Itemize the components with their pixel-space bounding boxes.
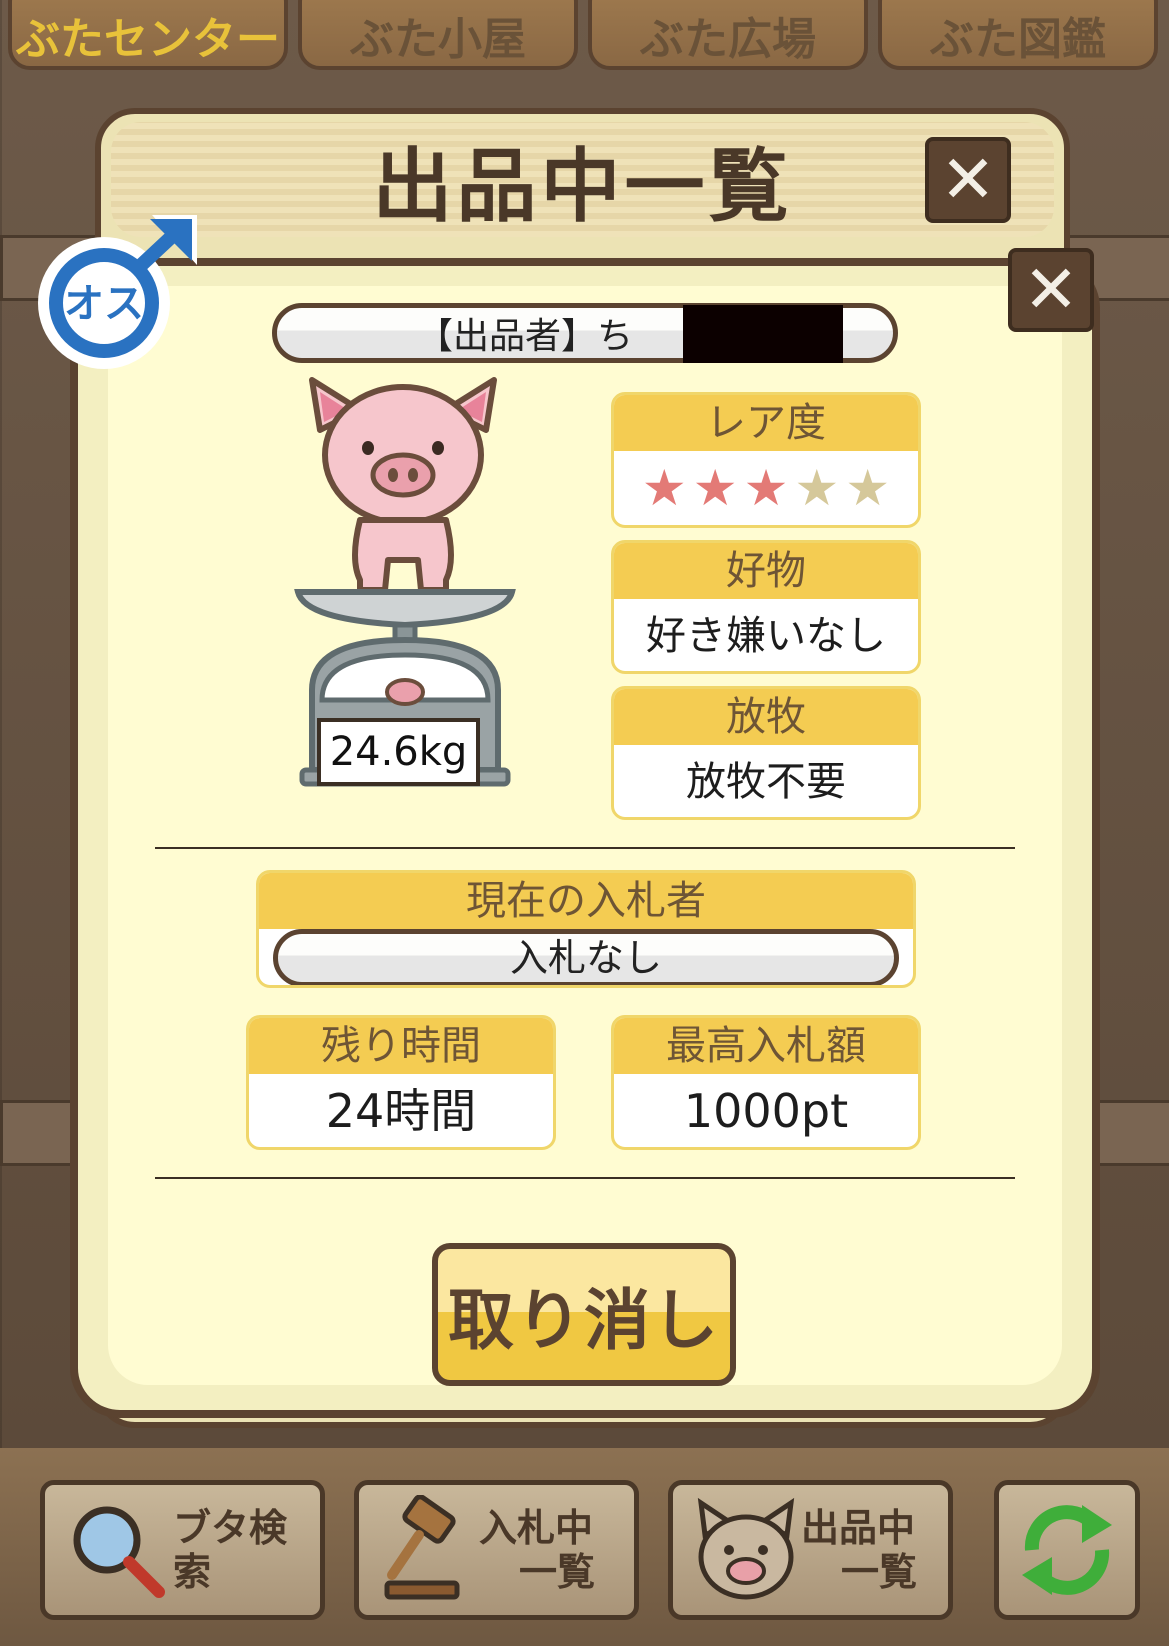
- favorite-food-box: 好物 好き嫌いなし: [611, 540, 921, 674]
- time-left-value: 24時間: [325, 1084, 477, 1138]
- gender-label: オス: [64, 281, 144, 327]
- pig-search-button[interactable]: ブタ検索: [40, 1480, 325, 1620]
- panel-close-button[interactable]: ✕: [925, 137, 1011, 223]
- bidding-list-line1: 入札中: [479, 1506, 594, 1550]
- refresh-icon: [1022, 1505, 1112, 1595]
- cancel-listing-label: 取り消し: [448, 1281, 720, 1359]
- pig-face-icon: [697, 1497, 795, 1600]
- bidding-list-line2: 一覧: [519, 1550, 596, 1594]
- favorite-food-label: 好物: [614, 543, 918, 599]
- tab-buta-zukan[interactable]: ぶた図鑑: [878, 0, 1158, 70]
- cancel-listing-button[interactable]: 取り消し: [432, 1243, 736, 1386]
- highest-bid-value: 1000pt: [683, 1084, 849, 1138]
- star-filled-icon: ★: [692, 459, 738, 517]
- current-bidder-value: 入札なし: [273, 929, 899, 985]
- bidding-list-label: 入札中 一覧: [479, 1506, 595, 1594]
- male-gender-icon: オス: [38, 215, 197, 369]
- weight-display: 24.6kg: [317, 718, 480, 786]
- grazing-value: 放牧不要: [686, 759, 846, 805]
- rarity-label: レア度: [614, 395, 918, 451]
- tab-buta-center[interactable]: ぶたセンター: [8, 0, 288, 70]
- divider: [155, 1177, 1015, 1179]
- divider: [155, 847, 1015, 849]
- grazing-box: 放牧 放牧不要: [611, 686, 921, 820]
- rarity-box: レア度 ★ ★ ★ ★ ★: [611, 392, 921, 528]
- tab-buta-hiroba[interactable]: ぶた広場: [588, 0, 868, 70]
- bidding-list-button[interactable]: 入札中 一覧: [354, 1480, 639, 1620]
- listing-list-line1: 出品中: [801, 1506, 916, 1550]
- magnifier-icon: [73, 1506, 165, 1598]
- rarity-stars: ★ ★ ★ ★ ★: [614, 451, 918, 525]
- listing-list-label: 出品中 一覧: [801, 1506, 917, 1594]
- time-left-box: 残り時間 24時間: [246, 1015, 556, 1150]
- pig-search-label: ブタ検索: [173, 1506, 288, 1594]
- redaction-bar: [683, 305, 843, 363]
- gavel-icon: [384, 1495, 460, 1600]
- tab-buta-koya[interactable]: ぶた小屋: [298, 0, 578, 70]
- listing-list-button[interactable]: 出品中 一覧: [668, 1480, 953, 1620]
- time-left-label: 残り時間: [249, 1018, 553, 1074]
- panel-header: 出品中一覧: [111, 122, 1054, 237]
- highest-bid-label: 最高入札額: [614, 1018, 918, 1074]
- seller-label: 【出品者】ち: [417, 316, 634, 357]
- refresh-button[interactable]: [994, 1480, 1140, 1620]
- close-icon: ✕: [1023, 251, 1079, 328]
- star-empty-icon: ★: [845, 459, 891, 517]
- current-bidder-box: 現在の入札者 入札なし: [256, 870, 916, 988]
- card-close-button[interactable]: ✕: [1008, 248, 1094, 332]
- panel-title: 出品中一覧: [372, 139, 793, 233]
- star-empty-icon: ★: [794, 459, 840, 517]
- grazing-label: 放牧: [614, 689, 918, 745]
- star-filled-icon: ★: [641, 459, 687, 517]
- favorite-food-value: 好き嫌いなし: [646, 613, 886, 659]
- listing-list-line2: 一覧: [841, 1550, 918, 1594]
- close-icon: ✕: [940, 141, 996, 218]
- current-bidder-label: 現在の入札者: [259, 873, 913, 929]
- star-filled-icon: ★: [743, 459, 789, 517]
- highest-bid-box: 最高入札額 1000pt: [611, 1015, 921, 1150]
